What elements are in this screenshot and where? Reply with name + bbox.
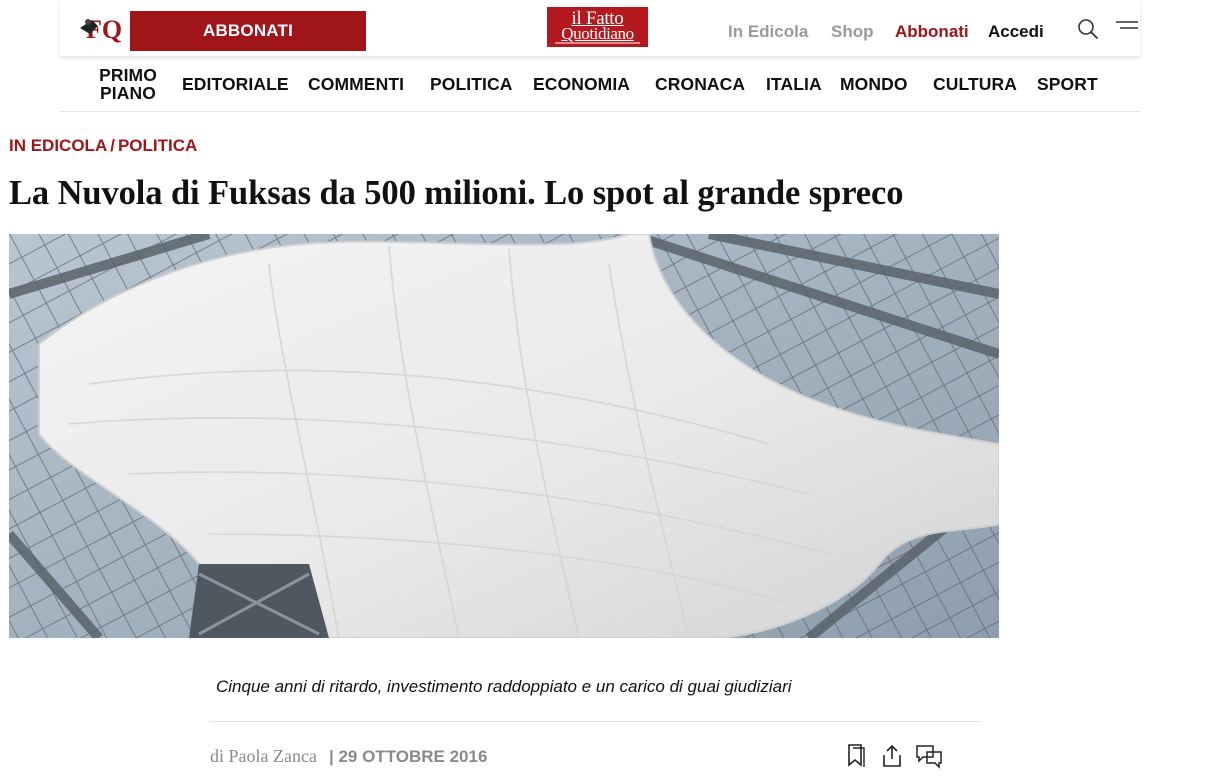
share-icon: [883, 744, 901, 767]
subscribe-button[interactable]: ABBONATI: [130, 11, 366, 51]
fq-logo-icon: FQ: [78, 15, 124, 44]
article-title: La Nuvola di Fuksas da 500 milioni. Lo s…: [9, 174, 904, 212]
search-button[interactable]: [1076, 17, 1100, 44]
breadcrumb: IN EDICOLA / POLITICA: [9, 136, 197, 156]
accedi-link[interactable]: Accedi: [988, 22, 1044, 42]
nav-primo-piano-line1: PRIMO: [99, 65, 157, 85]
byline: di Paola Zanca | 29 OTTOBRE 2016: [210, 746, 487, 767]
masthead-logo[interactable]: il Fatto Quotidiano: [547, 7, 648, 47]
comments-button[interactable]: [915, 743, 943, 772]
nav-italia[interactable]: ITALIA: [766, 56, 822, 112]
nav-economia[interactable]: ECONOMIA: [533, 56, 630, 112]
fq-logo[interactable]: FQ: [78, 10, 124, 44]
nav-mondo[interactable]: MONDO: [840, 56, 908, 112]
bookmark-button[interactable]: [844, 743, 868, 772]
menu-icon: [1116, 21, 1138, 29]
share-button[interactable]: [880, 743, 904, 772]
article-hero-image[interactable]: [9, 234, 999, 638]
hero-photo: [9, 234, 999, 638]
breadcrumb-category-link[interactable]: POLITICA: [118, 136, 197, 155]
breadcrumb-section-link[interactable]: IN EDICOLA: [9, 136, 107, 155]
bookmark-icon: [848, 744, 865, 767]
image-caption: Cinque anni di ritardo, investimento rad…: [216, 677, 792, 696]
abbonati-link[interactable]: Abbonati: [895, 22, 969, 42]
caption-divider: [210, 721, 980, 722]
nav-cronaca[interactable]: CRONACA: [655, 56, 745, 112]
nav-cultura[interactable]: CULTURA: [933, 56, 1017, 112]
comments-icon: [916, 745, 942, 769]
shop-link[interactable]: Shop: [831, 22, 874, 42]
nav-sport[interactable]: SPORT: [1037, 56, 1098, 112]
menu-button[interactable]: [1114, 17, 1140, 38]
nav-primo-piano[interactable]: PRIMO PIANO: [93, 56, 163, 112]
masthead-line2: Quotidiano: [561, 24, 634, 43]
masthead-rule: [555, 42, 640, 44]
in-edicola-link[interactable]: In Edicola: [728, 22, 808, 42]
author-link[interactable]: di Paola Zanca: [210, 746, 317, 767]
main-nav: PRIMO PIANO EDITORIALE COMMENTI POLITICA …: [60, 56, 1140, 112]
nav-editoriale[interactable]: EDITORIALE: [182, 56, 289, 112]
nav-politica[interactable]: POLITICA: [430, 56, 512, 112]
nav-primo-piano-line2: PIANO: [100, 83, 156, 103]
nav-commenti[interactable]: COMMENTI: [308, 56, 404, 112]
top-bar: FQ ABBONATI il Fatto Quotidiano In Edico…: [60, 0, 1140, 56]
search-icon: [1078, 19, 1098, 39]
publish-date: | 29 OTTOBRE 2016: [328, 747, 488, 766]
breadcrumb-separator: /: [110, 136, 115, 155]
